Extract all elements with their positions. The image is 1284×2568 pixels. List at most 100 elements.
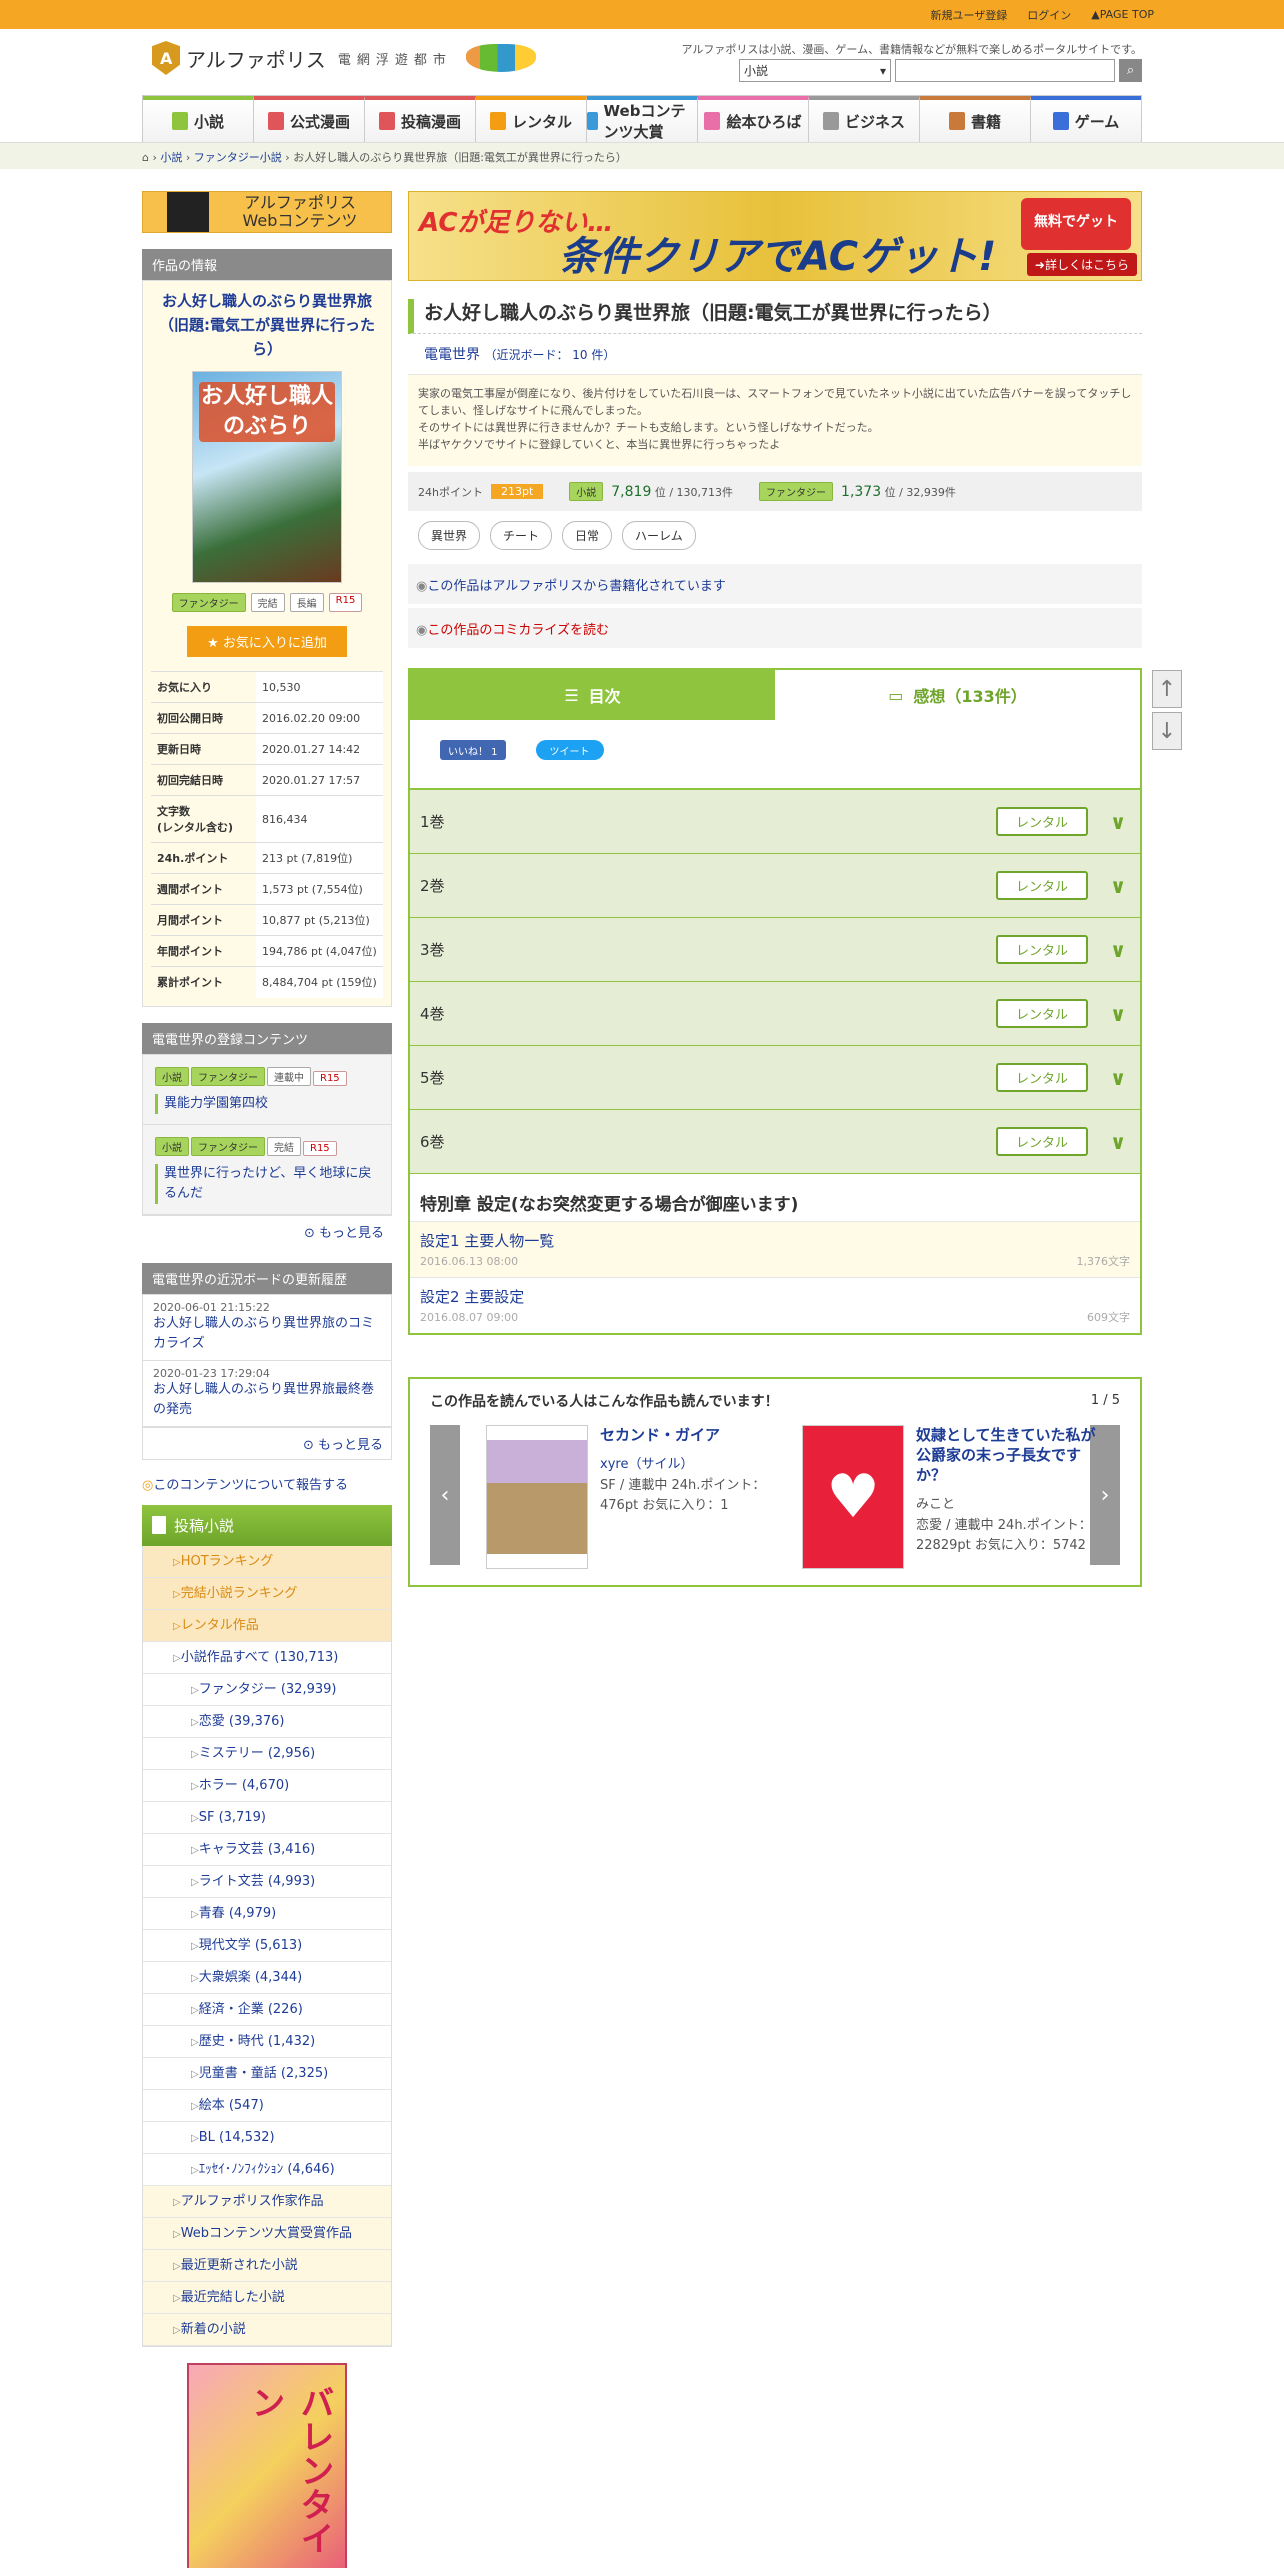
keyword-tag[interactable]: チート <box>490 521 553 550</box>
breadcrumb-novel[interactable]: 小説 <box>160 151 182 164</box>
novel-menu-item[interactable]: レンタル作品 <box>143 1609 391 1642</box>
nav-item-4[interactable]: Webコンテンツ大賞 <box>587 96 698 142</box>
author-link[interactable]: 電電世界 <box>424 347 480 363</box>
rental-button[interactable]: レンタル <box>995 807 1088 836</box>
keyword-tag[interactable]: 日常 <box>562 521 613 550</box>
chevron-down-icon[interactable]: ∨ <box>1110 1130 1130 1154</box>
tab-toc[interactable]: ☰ 目次 <box>410 670 775 720</box>
side-ad[interactable]: バレンタイン <box>187 2362 347 2568</box>
nav-item-6[interactable]: ビジネス <box>809 96 920 142</box>
chevron-down-icon[interactable]: ∨ <box>1110 810 1130 834</box>
volume-row[interactable]: 4巻 レンタル ∨ <box>410 982 1140 1046</box>
history-link[interactable]: お人好し職人のぶらり異世界旅最終巻の発売 <box>153 1380 381 1420</box>
rental-button[interactable]: レンタル <box>995 1063 1088 1092</box>
novel-menu-item[interactable]: BL (14,532) <box>143 2122 391 2154</box>
novel-menu-item[interactable]: ライト文芸 (4,993) <box>143 1866 391 1898</box>
content-tag: R15 <box>313 1070 347 1086</box>
nav-item-1[interactable]: 公式漫画 <box>254 96 365 142</box>
rank-novel-tag: 小説 <box>569 482 604 501</box>
search-input[interactable] <box>895 59 1115 82</box>
nav-item-0[interactable]: 小説 <box>143 96 254 142</box>
novel-menu-item[interactable]: 最近完結した小説 <box>143 2281 391 2314</box>
registered-item-link[interactable]: 異能力学園第四校 <box>155 1093 379 1114</box>
novel-menu-item[interactable]: アルファポリス作家作品 <box>143 2185 391 2218</box>
novel-menu-item[interactable]: キャラ文芸 (3,416) <box>143 1834 391 1866</box>
chevron-down-icon[interactable]: ∨ <box>1110 874 1130 898</box>
rental-button[interactable]: レンタル <box>995 1127 1088 1156</box>
book-info-link[interactable]: この作品はアルファポリスから書籍化されています <box>408 564 1142 604</box>
rec-card[interactable]: セカンド・ガイア xyre（サイル） SF / 連載中 24h.ポイント：476pt… <box>486 1425 786 1569</box>
novel-menu-item[interactable]: 最近更新された小説 <box>143 2249 391 2282</box>
novel-menu-item[interactable]: ミステリー (2,956) <box>143 1738 391 1770</box>
search-category-select[interactable]: 小説 ▾ <box>739 59 891 82</box>
novel-menu-item[interactable]: 完結小説ランキング <box>143 1577 391 1610</box>
history-link[interactable]: お人好し職人のぶらり異世界旅のコミカライズ <box>153 1314 381 1354</box>
report-link[interactable]: このコンテンツについて報告する <box>142 1474 392 1493</box>
episode-row[interactable]: 設定2 主要設定 2016.08.07 09:00 609文字 <box>410 1277 1140 1333</box>
episode-title[interactable]: 設定2 主要設定 <box>420 1286 1130 1307</box>
nav-item-7[interactable]: 書籍 <box>920 96 1031 142</box>
registered-item-link[interactable]: 異世界に行ったけど、早く地球に戻るんだ <box>155 1163 379 1204</box>
novel-menu-item[interactable]: Webコンテンツ大賞受賞作品 <box>143 2217 391 2250</box>
scroll-down-button[interactable]: ↓ <box>1152 712 1182 750</box>
work-title-side[interactable]: お人好し職人のぶらり異世界旅（旧題:電気工が異世界に行ったら） <box>151 289 383 361</box>
book-cover[interactable]: お人好し職人のぶらり <box>192 371 342 583</box>
board-count[interactable]: （近況ボード： 10 件） <box>484 348 615 362</box>
more-link[interactable]: ⊙ もっと見る <box>142 1216 392 1247</box>
novel-menu-item[interactable]: 現代文学 (5,613) <box>143 1930 391 1962</box>
volume-row[interactable]: 5巻 レンタル ∨ <box>410 1046 1140 1110</box>
volume-row[interactable]: 1巻 レンタル ∨ <box>410 790 1140 854</box>
home-icon[interactable]: ⌂ <box>142 151 149 164</box>
search-button[interactable]: ⌕ <box>1119 59 1142 82</box>
web-contents-banner[interactable]: アルファポリス Webコンテンツ <box>142 191 392 233</box>
novel-menu-item[interactable]: 青春 (4,979) <box>143 1898 391 1930</box>
add-favorite-button[interactable]: ★ お気に入りに追加 <box>187 626 347 657</box>
rental-button[interactable]: レンタル <box>995 871 1088 900</box>
nav-icon <box>948 112 965 130</box>
tweet-button[interactable]: ツイート <box>535 740 604 760</box>
rec-card[interactable]: ♥ 奴隷として生きていた私が公爵家の末っ子長女ですか？ みこと 恋愛 / 連載中 2… <box>802 1425 1102 1569</box>
rec-prev-button[interactable]: ‹ <box>430 1425 460 1565</box>
login-link[interactable]: ログイン <box>1027 7 1071 23</box>
chevron-down-icon[interactable]: ∨ <box>1110 1002 1130 1026</box>
facebook-like-button[interactable]: いいね！ 1 <box>440 740 506 760</box>
nav-item-8[interactable]: ゲーム <box>1031 96 1141 142</box>
novel-menu-item[interactable]: 新着の小説 <box>143 2313 391 2346</box>
volume-row[interactable]: 2巻 レンタル ∨ <box>410 854 1140 918</box>
novel-menu-item[interactable]: ホラー (4,670) <box>143 1770 391 1802</box>
novel-menu-item[interactable]: 小説作品すべて (130,713) <box>143 1642 391 1674</box>
volume-row[interactable]: 6巻 レンタル ∨ <box>410 1110 1140 1174</box>
chevron-down-icon[interactable]: ∨ <box>1110 938 1130 962</box>
scroll-up-button[interactable]: ↑ <box>1152 670 1182 708</box>
novel-menu-item[interactable]: 恋愛 (39,376) <box>143 1706 391 1738</box>
keyword-tag[interactable]: 異世界 <box>418 521 481 550</box>
register-link[interactable]: 新規ユーザ登録 <box>931 7 1008 23</box>
volume-row[interactable]: 3巻 レンタル ∨ <box>410 918 1140 982</box>
toc-tabs: ☰ 目次 ▭ 感想（133件） <box>410 670 1140 720</box>
novel-menu-item[interactable]: 歴史・時代 (1,432) <box>143 2026 391 2058</box>
novel-menu-item[interactable]: HOTランキング <box>143 1545 391 1578</box>
novel-menu-item[interactable]: ｴｯｾｲ･ﾉﾝﾌｨｸｼｮﾝ (4,646) <box>143 2154 391 2186</box>
episode-title[interactable]: 設定1 主要人物一覧 <box>420 1230 1130 1251</box>
novel-menu-item[interactable]: SF (3,719) <box>143 1802 391 1834</box>
novel-menu-item[interactable]: 絵本 (547) <box>143 2090 391 2122</box>
rental-button[interactable]: レンタル <box>995 935 1088 964</box>
rental-button[interactable]: レンタル <box>995 999 1088 1028</box>
chevron-down-icon[interactable]: ∨ <box>1110 1066 1130 1090</box>
novel-menu-item[interactable]: 大衆娯楽 (4,344) <box>143 1962 391 1994</box>
more-link-history[interactable]: ⊙ もっと見る <box>142 1427 392 1460</box>
novel-menu-item[interactable]: 経済・企業 (226) <box>143 1994 391 2026</box>
keyword-tag[interactable]: ハーレム <box>622 521 696 550</box>
episode-row[interactable]: 設定1 主要人物一覧 2016.06.13 08:00 1,376文字 <box>410 1221 1140 1277</box>
comicalize-link[interactable]: この作品のコミカライズを読む <box>408 608 1142 648</box>
nav-item-3[interactable]: レンタル <box>476 96 587 142</box>
nav-item-5[interactable]: 絵本ひろば <box>698 96 809 142</box>
novel-menu-item[interactable]: 児童書・童話 (2,325) <box>143 2058 391 2090</box>
tab-comments[interactable]: ▭ 感想（133件） <box>775 670 1140 720</box>
page-top-link[interactable]: ▲PAGE TOP <box>1091 8 1154 21</box>
site-logo[interactable]: アルファポリス 電網浮遊都市 <box>152 41 536 75</box>
breadcrumb-fantasy[interactable]: ファンタジー小説 <box>194 151 282 164</box>
nav-item-2[interactable]: 投稿漫画 <box>365 96 476 142</box>
novel-menu-item[interactable]: ファンタジー (32,939) <box>143 1674 391 1706</box>
ac-campaign-banner[interactable]: ACが足りない… 条件クリアでACゲット! 無料でゲット ➜詳しくはこちら <box>408 191 1142 281</box>
